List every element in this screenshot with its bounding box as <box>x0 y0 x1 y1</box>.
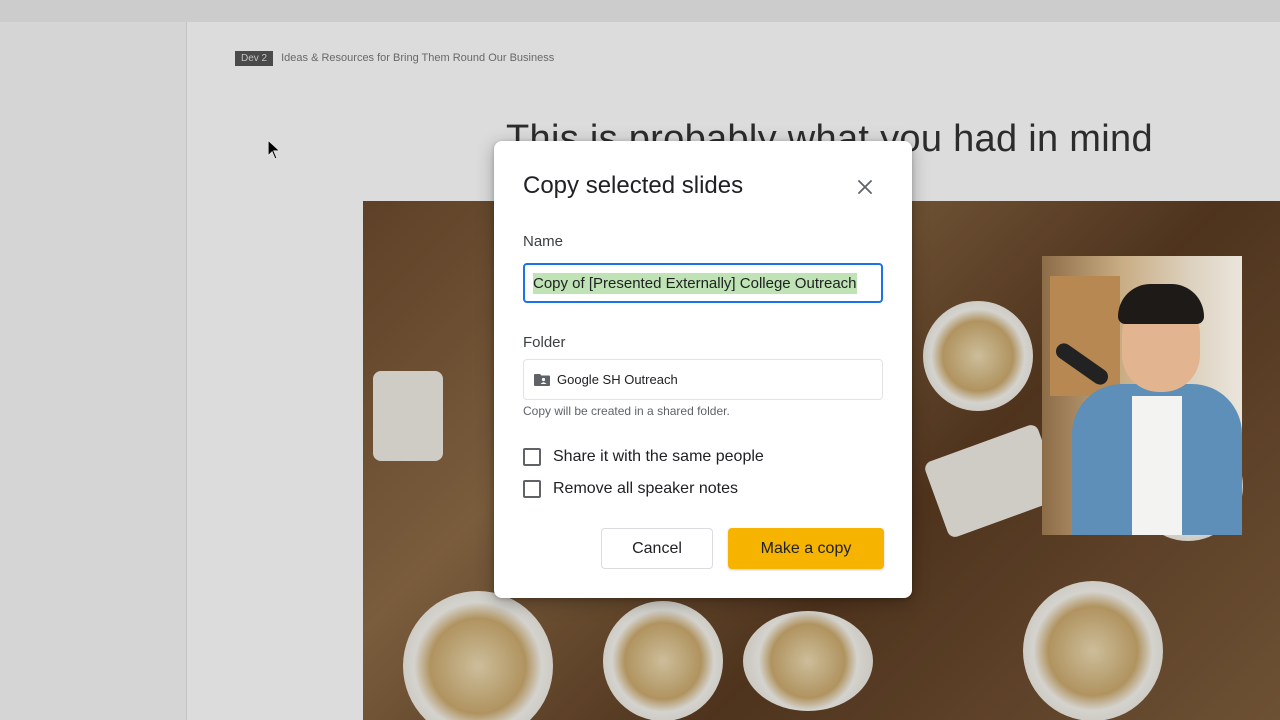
name-input[interactable]: Copy of [Presented Externally] College O… <box>523 263 883 303</box>
copy-slides-dialog: Copy selected slides Name Copy of [Prese… <box>494 141 912 598</box>
checkbox-box[interactable] <box>523 480 541 498</box>
shared-folder-icon <box>534 373 550 386</box>
remove-speaker-notes-label: Remove all speaker notes <box>553 480 738 497</box>
folder-label: Folder <box>523 334 566 351</box>
close-icon <box>858 180 872 194</box>
make-a-copy-button[interactable]: Make a copy <box>728 528 884 569</box>
cancel-button[interactable]: Cancel <box>601 528 713 569</box>
close-button[interactable] <box>853 175 877 199</box>
folder-picker[interactable]: Google SH Outreach <box>523 359 883 400</box>
dialog-title: Copy selected slides <box>523 172 744 199</box>
share-same-people-checkbox[interactable]: Share it with the same people <box>523 448 764 466</box>
name-label: Name <box>523 233 564 250</box>
remove-speaker-notes-checkbox[interactable]: Remove all speaker notes <box>523 480 738 498</box>
share-same-people-label: Share it with the same people <box>553 448 764 465</box>
folder-name: Google SH Outreach <box>557 372 678 387</box>
folder-hint: Copy will be created in a shared folder. <box>523 404 730 418</box>
checkbox-box[interactable] <box>523 448 541 466</box>
name-input-value: Copy of [Presented Externally] College O… <box>533 272 857 294</box>
webcam-overlay <box>1042 256 1242 535</box>
